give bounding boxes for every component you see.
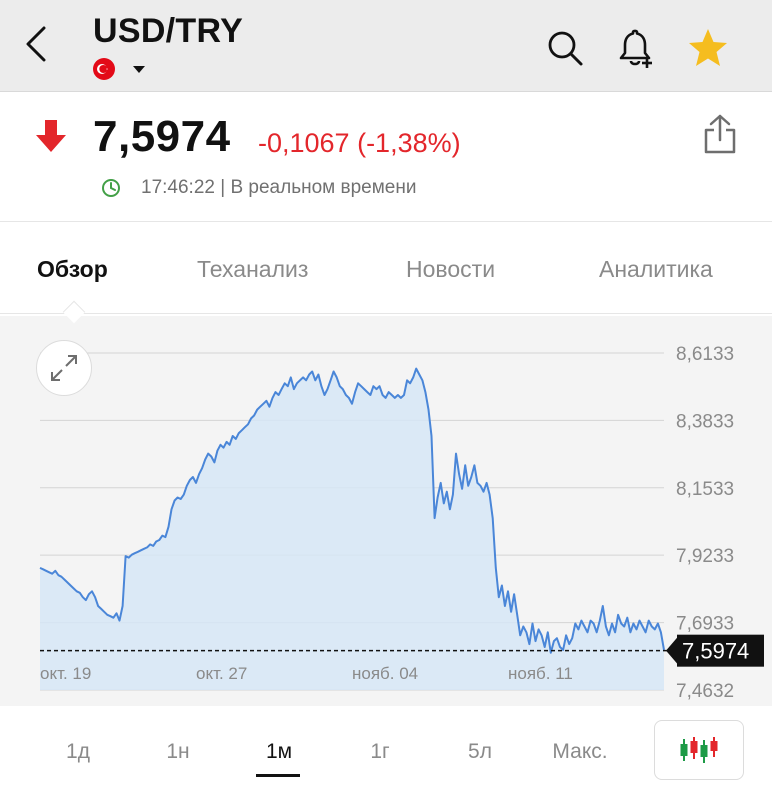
chart-type-button[interactable]	[654, 720, 744, 780]
range-1d[interactable]: 1д	[48, 740, 108, 764]
tab-technical[interactable]: Теханализ	[197, 256, 308, 283]
y-tick-label: 8,1533	[676, 479, 734, 500]
y-tick-label: 8,6133	[676, 344, 734, 365]
turkey-flag-icon	[93, 58, 115, 80]
x-tick-label: нояб. 04	[352, 664, 418, 683]
current-price-marker-tip	[666, 636, 678, 665]
y-tick-label: 7,6933	[676, 614, 734, 635]
clock-icon	[102, 179, 120, 197]
exchange-selector[interactable]	[93, 58, 145, 80]
tab-analytics[interactable]: Аналитика	[599, 256, 713, 283]
y-tick-label: 7,9233	[676, 546, 734, 567]
share-button[interactable]	[700, 112, 740, 156]
price-change: -0,1067 (-1,38%)	[258, 128, 461, 158]
search-icon	[548, 31, 583, 66]
current-price-label: 7,5974	[682, 639, 749, 664]
section-tabs: Обзор Теханализ Новости Аналитика	[0, 222, 772, 314]
favorite-button[interactable]	[686, 26, 730, 70]
active-range-underline	[256, 774, 300, 777]
y-tick-label: 8,3833	[676, 411, 734, 432]
quote-time-row: 17:46:22 | В реальном времени	[101, 177, 416, 199]
price-chart[interactable]: 8,6133 8,3833 8,1533 7,9233 7,6933 7,4632 окт.…	[0, 316, 772, 706]
range-max[interactable]: Макс.	[550, 740, 610, 764]
expand-chart-button[interactable]	[36, 340, 92, 396]
x-tick-label: окт. 19	[40, 664, 91, 683]
instrument-title: USD/TRY	[93, 12, 244, 50]
price-chart-svg: 8,6133 8,3833 8,1533 7,9233 7,6933 7,4632 окт.…	[39, 344, 764, 702]
bell-plus-icon	[619, 29, 652, 68]
x-tick-label: окт. 27	[196, 664, 247, 683]
range-1m[interactable]: 1м	[249, 740, 309, 764]
candlestick-chart-icon	[680, 737, 718, 763]
quote-time: 17:46:22 | В реальном времени	[141, 177, 417, 198]
range-1w[interactable]: 1н	[148, 740, 208, 764]
range-5y[interactable]: 5л	[450, 740, 510, 764]
y-tick-label: 7,4632	[676, 681, 734, 702]
tab-overview[interactable]: Обзор	[37, 256, 108, 283]
top-bar: USD/TRY	[0, 0, 772, 92]
expand-diagonal-icon	[51, 355, 77, 381]
chevron-down-icon	[133, 65, 145, 73]
back-button[interactable]	[18, 22, 54, 66]
chevron-left-icon	[26, 26, 46, 62]
x-tick-label: нояб. 11	[508, 664, 573, 683]
share-icon	[704, 114, 736, 154]
time-range-selector: 1д 1н 1м 1г 5л Макс.	[0, 706, 772, 800]
range-1y[interactable]: 1г	[350, 740, 410, 764]
search-button[interactable]	[543, 26, 587, 70]
tab-news[interactable]: Новости	[406, 256, 495, 283]
arrow-down-icon	[36, 120, 66, 152]
quote-panel: 7,5974 -0,1067 (-1,38%) 17:46:22 | В реа…	[0, 92, 772, 222]
last-price: 7,5974	[93, 112, 231, 161]
star-icon	[689, 29, 727, 66]
add-alert-button[interactable]	[613, 26, 657, 70]
